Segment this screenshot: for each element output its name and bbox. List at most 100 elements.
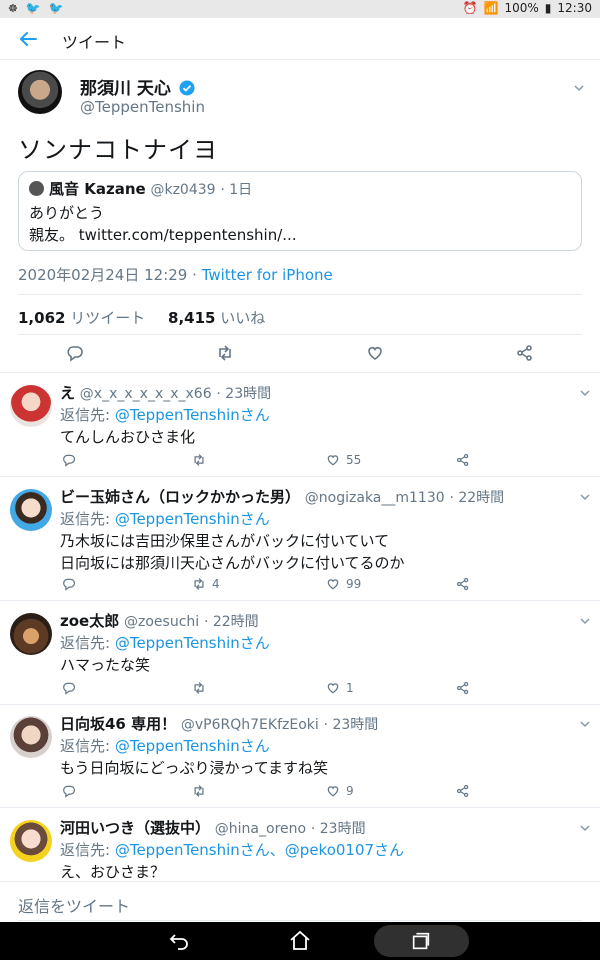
reply-to: 返信先: @TeppenTenshinさん、@peko0107さん — [60, 839, 404, 860]
reply-author-name[interactable]: 河田いつき（選抜中） — [60, 819, 210, 837]
avatar[interactable] — [10, 820, 52, 862]
back-icon[interactable] — [167, 929, 191, 953]
divider — [0, 476, 600, 477]
reply-time: · 23時間 — [216, 386, 272, 402]
avatar[interactable] — [18, 70, 62, 114]
reply-retweet-count: 4 — [212, 577, 220, 591]
reply-tweet[interactable]: え @x_x_x_x_x_x_x66 · 23時間 返信先: @TeppenTe… — [0, 382, 600, 474]
avatar[interactable] — [10, 716, 52, 758]
avatar[interactable] — [10, 385, 52, 427]
tweet-date: 2020年02月24日 12:29 — [18, 266, 188, 284]
reply-author-name[interactable]: え — [60, 384, 75, 402]
battery-percent: 100% — [504, 1, 539, 15]
quote-text-line1: ありがとう — [29, 204, 105, 222]
reply-like-count: 99 — [346, 577, 362, 591]
quoted-tweet[interactable]: 風音 Kazane @kz0439 · 1日 ありがとう 親友。 twitter… — [18, 171, 582, 251]
quote-header: 風音 Kazane @kz0439 · 1日 — [49, 178, 252, 199]
reply-actions: 4 99 — [62, 577, 482, 595]
reply-to-mention[interactable]: @TeppenTenshinさん — [115, 510, 270, 528]
share-icon[interactable] — [456, 681, 470, 695]
tweet-meta: 2020年02月24日 12:29 · Twitter for iPhone — [18, 266, 333, 284]
reply-actions: 55 — [62, 453, 482, 471]
chevron-down-icon[interactable] — [578, 386, 592, 400]
retweet-icon[interactable] — [216, 344, 234, 362]
reply-time: · 22時間 — [449, 490, 505, 506]
chevron-down-icon[interactable] — [578, 614, 592, 628]
reply-tweet[interactable]: zoe太郎 @zoesuchi · 22時間 返信先: @TeppenTensh… — [0, 610, 600, 702]
retweet-icon[interactable] — [192, 681, 212, 695]
reply-to-mention[interactable]: @TeppenTenshinさん — [115, 737, 270, 755]
author-handle[interactable]: @TeppenTenshin — [80, 98, 205, 116]
reply-to-mention[interactable]: @TeppenTenshinさん — [115, 406, 270, 424]
retweet-count: 1,062 — [18, 309, 66, 327]
reply-header: ビー玉姉さん（ロックかかった男） @nogizaka__m1130 · 22時間 — [60, 486, 504, 507]
reply-time: · 22時間 — [203, 614, 259, 630]
reply-to-label: 返信先: — [60, 841, 115, 859]
chevron-down-icon[interactable] — [578, 821, 592, 835]
reply-to-mention[interactable]: @TeppenTenshinさん — [115, 634, 270, 652]
reply-to-label: 返信先: — [60, 406, 115, 424]
reply-icon[interactable] — [62, 453, 76, 467]
reply-to-label: 返信先: — [60, 737, 115, 755]
avatar[interactable] — [10, 613, 52, 655]
divider — [0, 881, 600, 882]
reply-text: もう日向坂にどっぷり浸かってますね笑 — [60, 759, 329, 777]
like-icon[interactable]: 55 — [326, 453, 361, 467]
retweet-icon[interactable]: 4 — [192, 577, 220, 591]
home-icon[interactable] — [288, 929, 312, 953]
share-icon[interactable] — [456, 453, 470, 467]
reply-author-name[interactable]: zoe太郎 — [60, 612, 119, 630]
chevron-down-icon[interactable] — [578, 717, 592, 731]
like-count-link[interactable]: 8,415 いいね — [168, 309, 265, 327]
chevron-down-icon[interactable] — [578, 490, 592, 504]
reply-icon[interactable] — [66, 344, 84, 362]
share-icon[interactable] — [456, 784, 470, 798]
reply-to-mention[interactable]: @TeppenTenshinさん、@peko0107さん — [115, 841, 404, 859]
reply-to: 返信先: @TeppenTenshinさん — [60, 632, 270, 653]
reply-text: 乃木坂には吉田沙保里さんがバックに付いていて 日向坂には那須川天心さんがバックに… — [60, 532, 405, 572]
retweet-icon[interactable] — [192, 453, 212, 467]
reply-tweet[interactable]: 日向坂46 専用！ @vP6RQh7EKfzEoki · 23時間 返信先: @… — [0, 713, 600, 805]
reply-time: · 23時間 — [310, 821, 366, 837]
reply-tweet[interactable]: 河田いつき（選抜中） @hina_oreno · 23時間 返信先: @Tepp… — [0, 817, 600, 881]
share-icon[interactable] — [516, 344, 534, 362]
divider — [0, 704, 600, 705]
reply-author-handle: @nogizaka__m1130 — [304, 490, 445, 506]
retweet-label: リツイート — [70, 309, 146, 327]
tweet-source-link[interactable]: Twitter for iPhone — [202, 266, 333, 284]
reply-like-count: 9 — [346, 784, 354, 798]
display-name: 那須川 天心 — [80, 79, 171, 99]
retweet-icon[interactable] — [192, 784, 212, 798]
reply-actions: 1 — [62, 681, 482, 699]
app-notification-icon: ☸ — [8, 1, 18, 15]
reply-tweet[interactable]: ビー玉姉さん（ロックかかった男） @nogizaka__m1130 · 22時間… — [0, 486, 600, 598]
like-icon[interactable] — [366, 344, 384, 362]
reply-icon[interactable] — [62, 577, 76, 591]
reply-text: ハマったな笑 — [60, 656, 151, 674]
quote-author-name: 風音 Kazane — [49, 180, 146, 198]
reply-author-name[interactable]: ビー玉姉さん（ロックかかった男） — [60, 488, 300, 506]
back-arrow-icon[interactable] — [16, 27, 40, 51]
like-icon[interactable]: 1 — [326, 681, 354, 695]
reply-header: 日向坂46 専用！ @vP6RQh7EKfzEoki · 23時間 — [60, 713, 378, 734]
reply-to-label: 返信先: — [60, 634, 115, 652]
reply-icon[interactable] — [62, 784, 76, 798]
retweet-count-link[interactable]: 1,062 リツイート — [18, 309, 150, 327]
share-icon[interactable] — [456, 577, 470, 591]
reply-compose-input[interactable]: 返信をツイート — [18, 893, 130, 917]
alarm-icon: ⏰ — [462, 1, 478, 15]
like-icon[interactable]: 9 — [326, 784, 354, 798]
like-icon[interactable]: 99 — [326, 577, 361, 591]
recent-apps-button[interactable] — [374, 925, 469, 957]
verified-badge-icon — [179, 80, 195, 96]
chevron-down-icon[interactable] — [572, 81, 586, 95]
reply-author-name[interactable]: 日向坂46 専用！ — [60, 715, 176, 733]
reply-icon[interactable] — [62, 681, 76, 695]
quote-avatar — [29, 181, 44, 196]
author-name[interactable]: 那須川 天心 — [80, 74, 195, 99]
quote-author-handle: @kz0439 — [150, 182, 216, 198]
divider — [18, 920, 582, 921]
avatar[interactable] — [10, 489, 52, 531]
twitter-notification-icon: 🐦 — [25, 1, 41, 15]
clock: 12:30 — [557, 1, 592, 15]
